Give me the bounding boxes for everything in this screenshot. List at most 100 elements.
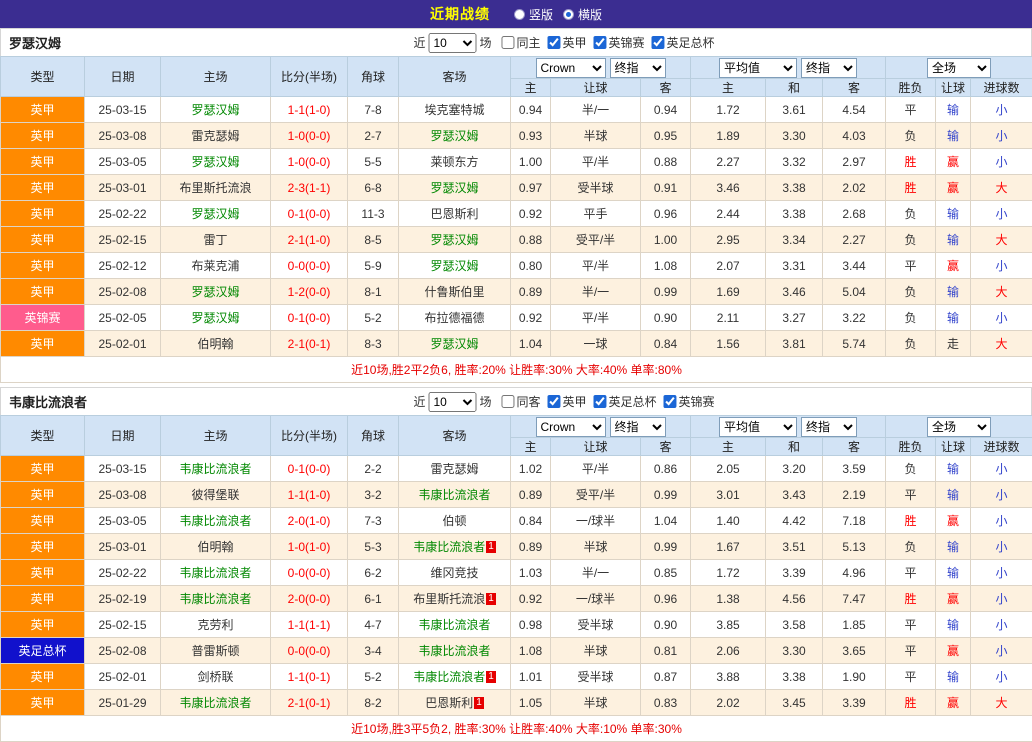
home-team[interactable]: 罗瑟汉姆 [161,149,271,175]
team-link[interactable]: 巴恩斯利 [430,207,478,221]
away-team[interactable]: 巴恩斯利1 [399,690,511,716]
home-team[interactable]: 罗瑟汉姆 [161,305,271,331]
euro-average-select[interactable]: 平均值 [719,417,797,437]
away-team[interactable]: 雷克瑟姆 [399,456,511,482]
away-team[interactable]: 韦康比流浪者1 [399,664,511,690]
away-team[interactable]: 罗瑟汉姆 [399,331,511,357]
euro-average-select[interactable]: 平均值 [719,58,797,78]
team-link[interactable]: 罗瑟汉姆 [191,207,239,221]
home-team[interactable]: 罗瑟汉姆 [161,279,271,305]
team-link[interactable]: 布莱克浦 [191,259,239,273]
filter-option[interactable]: 同客 [501,393,540,410]
filter-checkbox[interactable] [501,36,514,49]
euro-stage-select[interactable]: 终指 [801,417,857,437]
team-link[interactable]: 韦康比流浪者 [413,540,485,554]
score-link[interactable]: 1-2(0-0) [271,279,348,305]
team-link[interactable]: 布拉德福德 [424,311,484,325]
home-team[interactable]: 普雷斯顿 [161,638,271,664]
odds-stage-select[interactable]: 终指 [610,417,666,437]
filter-checkbox[interactable] [664,395,677,408]
score-link[interactable]: 0-0(0-0) [271,638,348,664]
away-team[interactable]: 伯顿 [399,508,511,534]
recent-count-select[interactable]: 10 [428,33,476,53]
home-team[interactable]: 韦康比流浪者 [161,586,271,612]
filter-option[interactable]: 英足总杯 [594,393,657,410]
home-team[interactable]: 雷丁 [161,227,271,253]
team-link[interactable]: 罗瑟汉姆 [430,181,478,195]
team-link[interactable]: 埃克塞特城 [424,103,484,117]
home-team[interactable]: 雷克瑟姆 [161,123,271,149]
filter-checkbox[interactable] [652,36,665,49]
team-link[interactable]: 韦康比流浪者 [179,566,251,580]
team-link[interactable]: 罗瑟汉姆 [430,129,478,143]
scope-select[interactable]: 全场 [927,58,991,78]
score-link[interactable]: 2-1(0-1) [271,690,348,716]
layout-radio[interactable]: 竖版 [514,6,553,23]
home-team[interactable]: 罗瑟汉姆 [161,97,271,123]
filter-option[interactable]: 同主 [501,34,540,51]
team-link[interactable]: 韦康比流浪者 [179,462,251,476]
team-link[interactable]: 巴恩斯利 [425,696,473,710]
home-team[interactable]: 彼得堡联 [161,482,271,508]
home-team[interactable]: 布莱克浦 [161,253,271,279]
away-team[interactable]: 罗瑟汉姆 [399,253,511,279]
home-team[interactable]: 布里斯托流浪 [161,175,271,201]
away-team[interactable]: 韦康比流浪者1 [399,534,511,560]
team-link[interactable]: 韦康比流浪者 [179,696,251,710]
home-team[interactable]: 剑桥联 [161,664,271,690]
away-team[interactable]: 巴恩斯利 [399,201,511,227]
team-link[interactable]: 克劳利 [197,618,233,632]
away-team[interactable]: 罗瑟汉姆 [399,123,511,149]
odds-company-select[interactable]: Crown [536,58,606,78]
score-link[interactable]: 0-1(0-0) [271,201,348,227]
team-link[interactable]: 伯明翰 [197,337,233,351]
away-team[interactable]: 布里斯托流浪1 [399,586,511,612]
home-team[interactable]: 罗瑟汉姆 [161,201,271,227]
score-link[interactable]: 1-0(1-0) [271,534,348,560]
layout-radio-selected[interactable]: 横版 [563,6,602,23]
team-link[interactable]: 韦康比流浪者 [179,592,251,606]
score-link[interactable]: 2-1(0-1) [271,331,348,357]
score-link[interactable]: 2-0(1-0) [271,508,348,534]
score-link[interactable]: 0-0(0-0) [271,253,348,279]
home-team[interactable]: 伯明翰 [161,534,271,560]
team-link[interactable]: 剑桥联 [197,670,233,684]
filter-checkbox[interactable] [501,395,514,408]
away-team[interactable]: 罗瑟汉姆 [399,227,511,253]
team-link[interactable]: 维冈竞技 [430,566,478,580]
score-link[interactable]: 2-1(1-0) [271,227,348,253]
team-link[interactable]: 莱顿东方 [430,155,478,169]
team-link[interactable]: 雷克瑟姆 [430,462,478,476]
team-link[interactable]: 罗瑟汉姆 [191,285,239,299]
filter-checkbox[interactable] [594,395,607,408]
team-link[interactable]: 韦康比流浪者 [413,670,485,684]
home-team[interactable]: 韦康比流浪者 [161,456,271,482]
score-link[interactable]: 1-1(1-0) [271,482,348,508]
odds-stage-select[interactable]: 终指 [610,58,666,78]
team-link[interactable]: 罗瑟汉姆 [191,103,239,117]
away-team[interactable]: 韦康比流浪者 [399,482,511,508]
team-link[interactable]: 韦康比流浪者 [179,514,251,528]
score-link[interactable]: 0-1(0-0) [271,305,348,331]
euro-stage-select[interactable]: 终指 [801,58,857,78]
filter-option[interactable]: 英甲 [548,34,587,51]
team-link[interactable]: 韦康比流浪者 [418,488,490,502]
filter-option[interactable]: 英足总杯 [652,34,715,51]
filter-checkbox[interactable] [548,36,561,49]
score-link[interactable]: 0-1(0-0) [271,456,348,482]
team-link[interactable]: 雷克瑟姆 [191,129,239,143]
team-link[interactable]: 韦康比流浪者 [418,618,490,632]
away-team[interactable]: 韦康比流浪者 [399,612,511,638]
score-link[interactable]: 1-1(1-1) [271,612,348,638]
home-team[interactable]: 克劳利 [161,612,271,638]
recent-count-select[interactable]: 10 [428,392,476,412]
filter-checkbox[interactable] [548,395,561,408]
scope-select[interactable]: 全场 [927,417,991,437]
team-link[interactable]: 罗瑟汉姆 [430,337,478,351]
score-link[interactable]: 1-1(0-1) [271,664,348,690]
home-team[interactable]: 韦康比流浪者 [161,560,271,586]
filter-option[interactable]: 英锦赛 [594,34,645,51]
team-link[interactable]: 雷丁 [203,233,227,247]
away-team[interactable]: 罗瑟汉姆 [399,175,511,201]
away-team[interactable]: 布拉德福德 [399,305,511,331]
